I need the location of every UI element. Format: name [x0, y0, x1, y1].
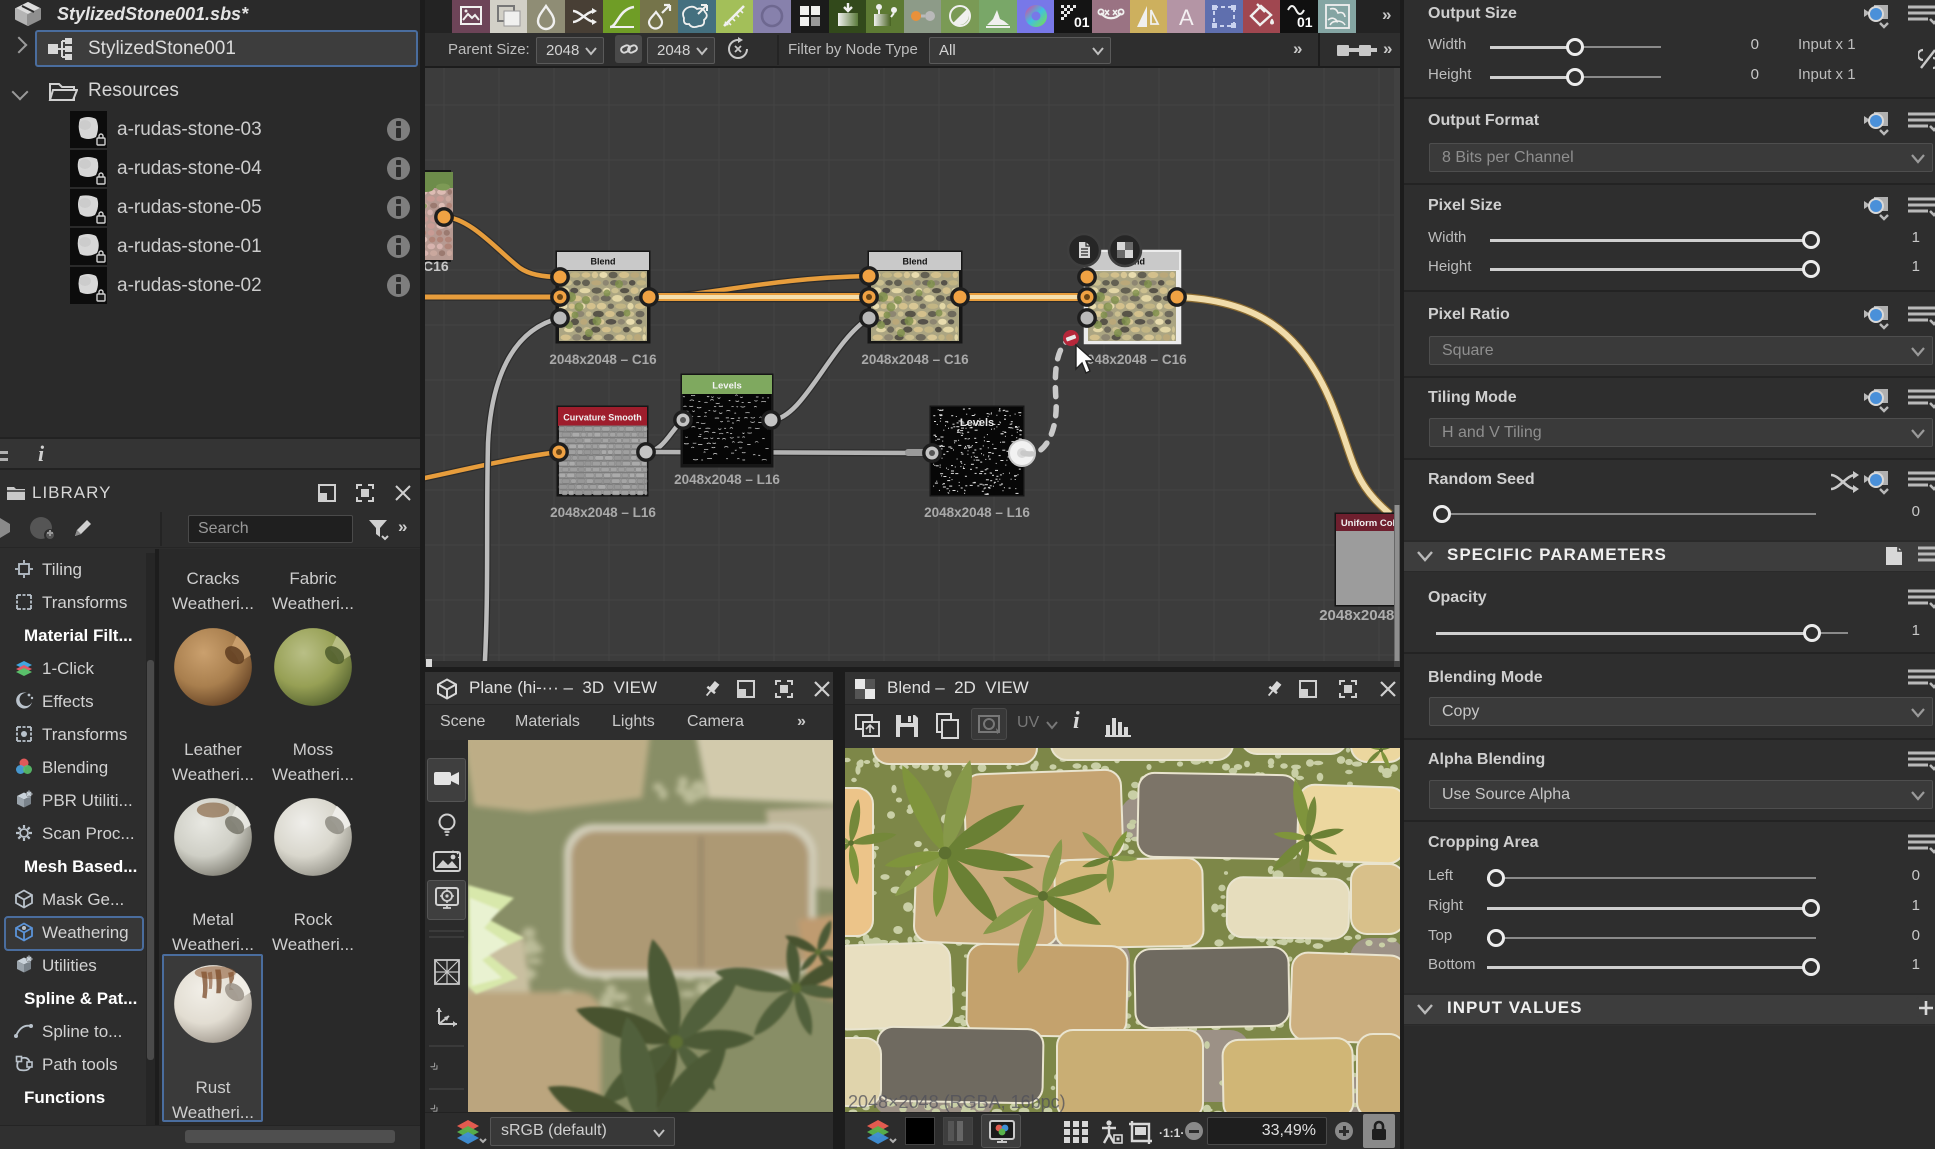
svg-text:·1:1·: ·1:1·: [1159, 1126, 1184, 1140]
svg-text:2048×2048 (RGBA, 16bpc): 2048×2048 (RGBA, 16bpc): [848, 1092, 1066, 1112]
svg-text:01: 01: [1297, 14, 1313, 30]
svg-text:2048x2048 – C16: 2048x2048 – C16: [861, 352, 969, 367]
svg-text:2048x2048 –: 2048x2048 –: [1319, 607, 1400, 624]
svg-text:Uniform Col: Uniform Col: [1341, 518, 1395, 529]
svg-text:2048x2048 – L16: 2048x2048 – L16: [550, 505, 656, 520]
svg-text:Blend: Blend: [902, 257, 927, 267]
svg-text:C16: C16: [425, 258, 449, 274]
svg-text:2048x2048 – C16: 2048x2048 – C16: [549, 352, 657, 367]
svg-text:01: 01: [1074, 14, 1090, 30]
svg-text:Curvature Smooth: Curvature Smooth: [563, 413, 642, 423]
svg-text:A: A: [1179, 5, 1194, 30]
svg-text:2048x2048 – L16: 2048x2048 – L16: [674, 472, 780, 487]
svg-text:2048x2048 – C16: 2048x2048 – C16: [1079, 352, 1187, 367]
svg-text:Levels: Levels: [960, 417, 994, 429]
svg-text:Levels: Levels: [712, 381, 742, 392]
svg-text:Blend: Blend: [590, 257, 615, 267]
svg-text:2048x2048 – L16: 2048x2048 – L16: [924, 505, 1030, 520]
